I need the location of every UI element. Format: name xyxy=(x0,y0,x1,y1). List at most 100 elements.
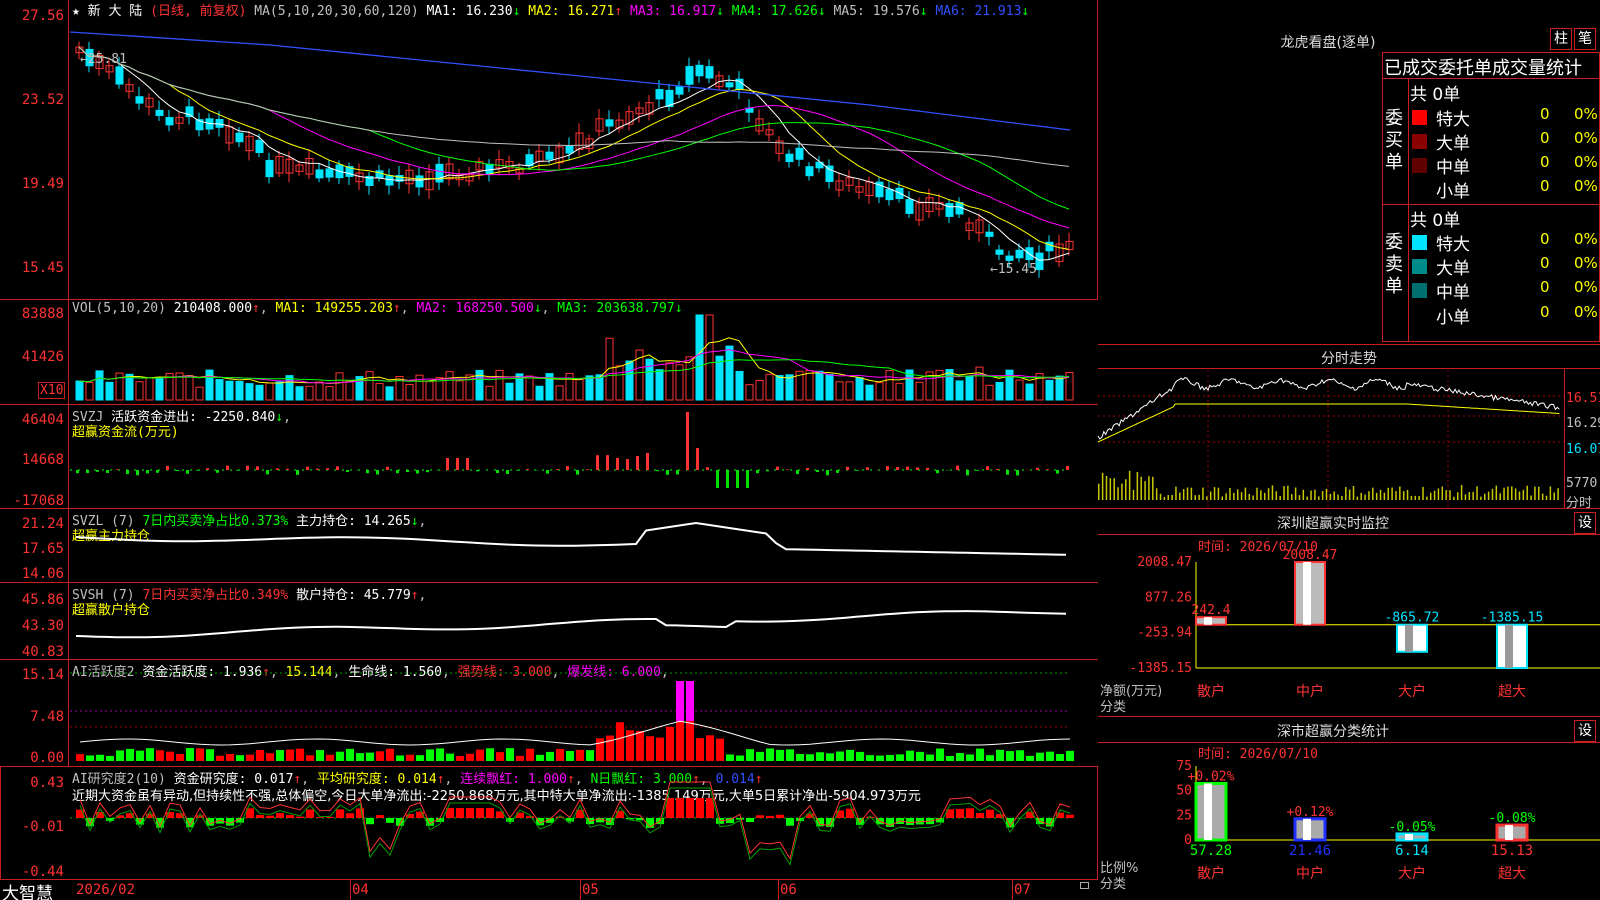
candle xyxy=(725,82,734,88)
down-arrow-icon: ↓ xyxy=(716,4,724,19)
color-swatch xyxy=(1412,283,1427,298)
candle xyxy=(995,249,1004,255)
ai-active-chart[interactable] xyxy=(70,667,1096,764)
volume-bar xyxy=(945,369,954,401)
activity-bar xyxy=(1066,750,1074,761)
volume-bar xyxy=(315,381,324,401)
bar-mode-button[interactable]: 柱 xyxy=(1550,28,1572,50)
intraday-vol-bar xyxy=(1298,495,1301,500)
monitor-settings-button[interactable]: 设 xyxy=(1574,512,1596,534)
volume-bar xyxy=(1045,379,1054,401)
flow-bar xyxy=(686,412,689,470)
ma2-label: MA2: xyxy=(528,4,560,19)
intraday-vol-bar xyxy=(1429,492,1432,500)
sz-monitor-chart[interactable]: 2008.47 877.26 -253.94 -1385.15 242.4 散户 2008.… xyxy=(1098,536,1600,714)
monitor-category-label: 中户 xyxy=(1296,683,1324,700)
monitor-bar-shine xyxy=(1405,624,1413,652)
retail-chart[interactable] xyxy=(70,590,1096,658)
main-force-chart[interactable] xyxy=(70,515,1096,580)
intraday-vol-bar xyxy=(1549,486,1552,500)
stat-category-label: 中户 xyxy=(1296,865,1324,882)
activity-bar xyxy=(206,749,214,761)
intraday-vol-bar xyxy=(1105,475,1108,500)
activity-bar xyxy=(326,754,334,761)
candle xyxy=(885,188,894,201)
flow-bar xyxy=(656,470,659,472)
research-bar xyxy=(476,808,484,818)
flow-bar xyxy=(756,470,759,474)
flow-bar xyxy=(986,466,989,470)
candle xyxy=(695,64,704,77)
intraday-vol-bar xyxy=(1453,496,1455,500)
volume-bar xyxy=(425,381,434,401)
volume-bar xyxy=(825,373,834,401)
price-chart[interactable] xyxy=(69,20,1096,298)
date-label: 05 xyxy=(582,882,599,898)
down-arrow-icon: ↓ xyxy=(1021,4,1030,19)
flow-bar xyxy=(506,470,509,475)
volume-bar xyxy=(915,381,924,401)
price-axis-label: 15.45 xyxy=(21,260,64,276)
candle xyxy=(165,117,174,126)
candle xyxy=(805,166,814,177)
intraday-vol-bar xyxy=(1503,487,1505,500)
intraday-vol-bar xyxy=(1387,487,1389,500)
volume-bar xyxy=(405,384,414,401)
intraday-chart[interactable] xyxy=(1097,370,1564,507)
activity-bar xyxy=(516,755,524,761)
buy-side-label: 委买单 xyxy=(1385,108,1403,173)
intraday-vol-bar xyxy=(1171,494,1173,500)
stat-axis-label: 25 xyxy=(1176,808,1192,823)
volume-chart[interactable] xyxy=(70,310,1096,402)
activity-bar xyxy=(226,754,234,761)
candle xyxy=(485,163,494,175)
volume-bar xyxy=(805,370,814,401)
activity-bar xyxy=(776,749,784,761)
activity-bar xyxy=(726,754,734,761)
up-arrow-icon: ↑ xyxy=(614,4,623,19)
intraday-vol-bar xyxy=(1101,472,1104,500)
activity-bar xyxy=(256,749,264,761)
research-bar xyxy=(456,808,464,818)
volume-bar xyxy=(525,375,534,401)
volume-bar xyxy=(85,381,94,401)
volume-bar xyxy=(895,382,904,401)
row-count: 0 xyxy=(1540,230,1550,248)
intraday-vol-bar xyxy=(1329,493,1332,500)
intraday-vol-bar xyxy=(1341,496,1343,500)
volume-bar xyxy=(125,373,134,401)
activity-bar xyxy=(736,755,744,761)
stroke-mode-button[interactable]: 笔 xyxy=(1574,28,1596,50)
activity-bar xyxy=(996,749,1004,761)
ai-research-chart[interactable] xyxy=(70,781,1096,880)
period-label[interactable]: (日线, 前复权) xyxy=(150,4,246,19)
intraday-vol-bar xyxy=(1383,492,1386,500)
stock-name[interactable]: 新 大 陆 xyxy=(88,4,143,19)
research-bar xyxy=(306,809,314,818)
candle xyxy=(705,66,714,79)
flow-bar xyxy=(446,458,449,470)
intraday-vol-bar xyxy=(1514,488,1517,500)
intraday-vol-label: 5770 xyxy=(1566,476,1598,491)
intraday-vol-bar xyxy=(1121,483,1123,500)
capital-flow-chart[interactable] xyxy=(70,412,1096,506)
flow-bar xyxy=(766,470,769,472)
intraday-vol-bar xyxy=(1248,493,1251,500)
intraday-vol-bar xyxy=(1128,470,1131,500)
row-pct: 0% xyxy=(1574,129,1598,147)
activity-bar xyxy=(646,736,654,761)
sz-stat-chart[interactable]: 7550250+0.02%57.28散户+0.12%21.46中户-0.05%6… xyxy=(1098,744,1600,900)
candle xyxy=(985,231,994,237)
research-bar xyxy=(696,798,704,818)
flow-bar xyxy=(426,470,429,473)
activity-bar xyxy=(426,749,434,761)
flow-bar xyxy=(1066,465,1069,470)
intraday-vol-bar xyxy=(1209,491,1212,500)
lock-icon[interactable] xyxy=(1080,882,1089,889)
main-chart-area[interactable]: 27.56 23.52 19.49 15.45 ★ 新 大 陆 (日线, 前复权… xyxy=(0,0,1098,900)
flow-bar xyxy=(116,469,119,470)
color-swatch xyxy=(1412,235,1427,250)
stat-settings-button[interactable]: 设 xyxy=(1574,720,1596,742)
flow-bar xyxy=(296,470,299,475)
activity-bar xyxy=(536,754,544,761)
